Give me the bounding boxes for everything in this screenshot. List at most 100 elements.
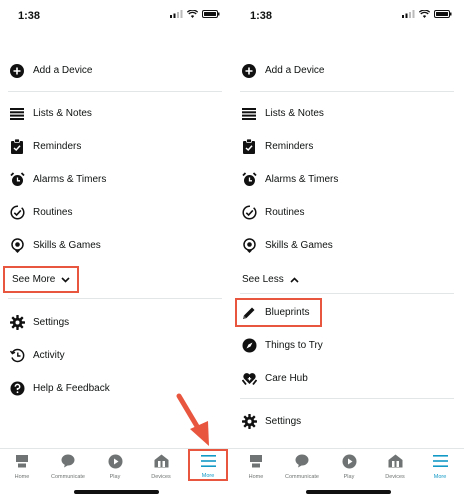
home-icon [15,453,29,469]
menu-item-reminders[interactable]: Reminders [232,130,464,163]
devices-house-icon [154,453,169,469]
status-time: 1:38 [18,10,41,22]
tab-label: More [201,473,215,479]
tab-label: Play [343,474,355,480]
status-bar: 1:38 [0,0,232,30]
menu-item-label: Settings [265,416,302,427]
history-clock-icon [9,348,25,364]
devices-house-icon [388,453,403,469]
tab-label: Play [109,474,121,480]
clipboard-check-icon [9,139,25,155]
menu-item-label: Routines [33,207,73,218]
home-indicator [306,490,391,494]
tab-devices[interactable]: Devices [141,453,181,483]
tab-label: Devices [385,474,405,480]
check-circle-icon [9,205,25,221]
menu-item-lists-notes[interactable]: Lists & Notes [232,97,464,130]
menu-item-label: Lists & Notes [33,108,92,119]
hamburger-icon [200,454,216,468]
tab-communicate[interactable]: Communicate [282,453,322,483]
menu-item-alarms-timers[interactable]: Alarms & Timers [0,163,232,196]
menu-item-things-to-try[interactable]: Things to Try [232,329,464,362]
tab-play[interactable]: Play [329,453,369,483]
menu-item-label: Add a Device [33,65,93,76]
skills-target-icon [9,238,25,254]
divider [240,91,454,92]
tab-more[interactable]: More [420,453,460,483]
screen-see-less: 1:38 Add a Device Lists & Notes Reminder… [232,0,464,500]
see-more-button[interactable]: See More [3,266,80,293]
annotation-arrow-icon [176,393,209,446]
status-time: 1:38 [250,10,273,22]
compass-icon [241,338,257,354]
tab-more[interactable]: More [188,449,228,481]
alarm-clock-icon [241,172,257,188]
menu-item-add-device[interactable]: Add a Device [232,54,464,87]
tab-communicate[interactable]: Communicate [48,453,88,483]
menu-item-skills-games[interactable]: Skills & Games [232,229,464,262]
wifi-icon [187,10,198,18]
skills-target-icon [241,238,257,254]
tab-play[interactable]: Play [95,453,135,483]
menu-item-settings[interactable]: Settings [0,306,232,339]
tab-devices[interactable]: Devices [375,453,415,483]
tab-label: More [433,474,447,480]
gear-icon [9,315,25,331]
menu-item-blueprints[interactable]: Blueprints [235,298,322,327]
home-indicator [74,490,159,494]
alarm-clock-icon [9,172,25,188]
tab-label: Devices [151,474,171,480]
menu-item-label: Lists & Notes [265,108,324,119]
menu-item-label: Activity [33,350,65,361]
menu-item-label: Alarms & Timers [33,174,107,185]
chat-bubble-icon [61,453,75,469]
divider [8,298,222,299]
menu-item-label: Skills & Games [33,240,101,251]
menu-item-routines[interactable]: Routines [0,196,232,229]
menu-item-label: Add a Device [265,65,325,76]
screen-see-more: 1:38 Add a Device Lists & Notes Reminder… [0,0,232,500]
divider [240,398,454,399]
menu-item-reminders[interactable]: Reminders [0,130,232,163]
signal-icon [170,10,183,18]
heart-hands-icon [241,371,257,387]
menu-item-add-device[interactable]: Add a Device [0,54,232,87]
chevron-up-icon [290,276,299,283]
menu-item-lists-notes[interactable]: Lists & Notes [0,97,232,130]
divider [240,293,454,294]
gear-icon [241,414,257,430]
tab-home[interactable]: Home [236,453,276,483]
home-icon [249,453,263,469]
plus-circle-icon [241,63,257,79]
menu-item-routines[interactable]: Routines [232,196,464,229]
menu-item-care-hub[interactable]: Care Hub [232,362,464,395]
battery-icon [202,10,220,18]
menu-item-alarms-timers[interactable]: Alarms & Timers [232,163,464,196]
menu-item-label: Skills & Games [265,240,333,251]
wifi-icon [419,10,430,18]
chevron-down-icon [61,276,70,283]
see-less-button[interactable]: See Less [235,266,306,293]
menu-item-label: Blueprints [265,307,310,318]
plus-circle-icon [9,63,25,79]
play-icon [108,453,123,469]
status-bar: 1:38 [232,0,464,30]
menu-item-label: Reminders [33,141,82,152]
signal-icon [402,10,415,18]
tab-label: Home [248,474,264,480]
tab-label: Communicate [51,474,85,480]
chat-bubble-icon [295,453,309,469]
menu-item-activity[interactable]: Activity [0,339,232,372]
tab-label: Home [14,474,30,480]
pencil-icon [241,305,257,321]
clipboard-check-icon [241,139,257,155]
hamburger-icon [432,453,448,469]
battery-icon [434,10,452,18]
menu-item-settings[interactable]: Settings [232,405,464,438]
menu-item-label: Care Hub [265,373,308,384]
tab-label: Communicate [285,474,319,480]
menu-item-label: Reminders [265,141,314,152]
tab-home[interactable]: Home [2,453,42,483]
see-less-label: See Less [242,274,284,285]
menu-item-skills-games[interactable]: Skills & Games [0,229,232,262]
